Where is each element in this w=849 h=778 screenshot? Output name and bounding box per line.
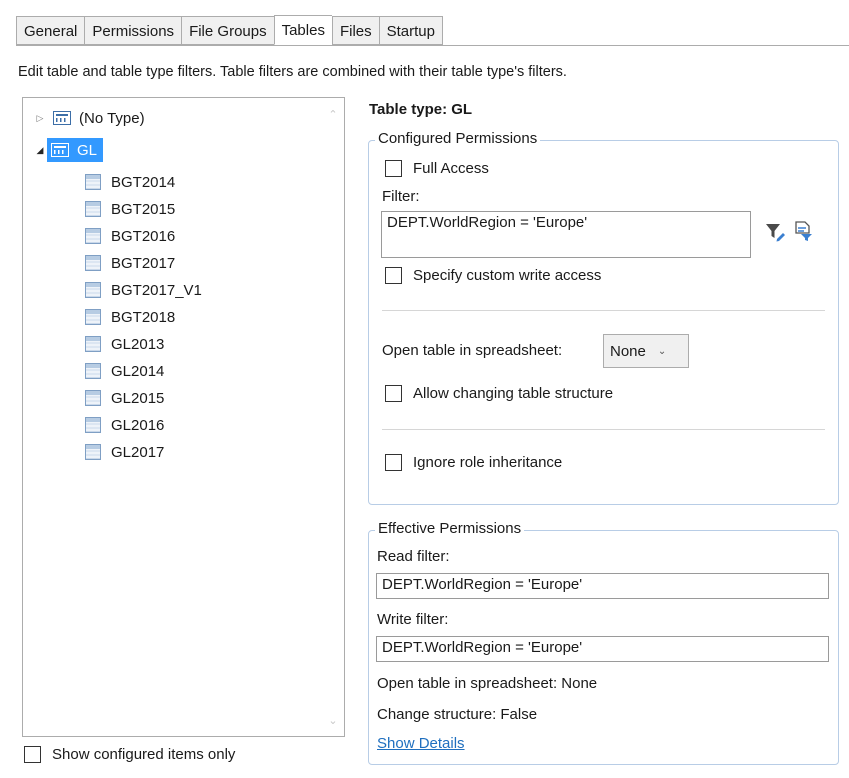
tree-item-label: BGT2016 bbox=[111, 227, 176, 245]
tree-item-label: BGT2017_V1 bbox=[111, 281, 202, 299]
open-spreadsheet-select[interactable]: None ⌄ bbox=[603, 334, 689, 368]
chevron-down-icon: ⌄ bbox=[657, 345, 667, 357]
table-icon bbox=[85, 363, 101, 379]
tab-permissions[interactable]: Permissions bbox=[84, 16, 182, 45]
table-icon bbox=[85, 282, 101, 298]
table-type-icon bbox=[53, 111, 71, 125]
page-description: Edit table and table type filters. Table… bbox=[18, 64, 567, 80]
tree-node-gl[interactable]: ◢ GL bbox=[33, 138, 104, 162]
full-access-row[interactable]: Full Access bbox=[385, 160, 489, 177]
filter-input[interactable]: DEPT.WorldRegion = 'Europe' bbox=[381, 211, 751, 258]
effective-open-spreadsheet: Open table in spreadsheet: None bbox=[377, 675, 598, 692]
ignore-inheritance-checkbox[interactable] bbox=[385, 454, 402, 471]
tree-item-table[interactable]: BGT2016 bbox=[85, 224, 175, 248]
effective-change-structure: Change structure: False bbox=[377, 706, 538, 723]
tree-item-table[interactable]: BGT2018 bbox=[85, 305, 175, 329]
tree-node-no-type[interactable]: ▷ (No Type) bbox=[33, 106, 145, 130]
tree-item-label: BGT2014 bbox=[111, 173, 176, 191]
tree-node-label: GL bbox=[77, 141, 98, 159]
tab-files[interactable]: Files bbox=[331, 16, 379, 45]
expand-arrow-icon[interactable]: ▷ bbox=[33, 113, 47, 124]
tree-item-table[interactable]: BGT2015 bbox=[85, 197, 175, 221]
separator bbox=[382, 310, 825, 311]
tree-item-label: GL2016 bbox=[111, 416, 165, 434]
custom-write-row[interactable]: Specify custom write access bbox=[385, 267, 601, 284]
tree-item-table[interactable]: GL2016 bbox=[85, 413, 164, 437]
custom-write-checkbox[interactable] bbox=[385, 267, 402, 284]
allow-changing-checkbox[interactable] bbox=[385, 385, 402, 402]
tab-divider bbox=[16, 45, 849, 46]
table-type-icon bbox=[51, 143, 69, 157]
show-configured-checkbox[interactable] bbox=[24, 746, 41, 763]
table-icon bbox=[85, 309, 101, 325]
scroll-down-icon[interactable]: ⌄ bbox=[324, 712, 342, 730]
tree-item-table[interactable]: BGT2014 bbox=[85, 170, 175, 194]
filter-edit-icon[interactable] bbox=[764, 221, 786, 243]
tree-item-label: GL2014 bbox=[111, 362, 165, 380]
selected-node-highlight[interactable]: GL bbox=[47, 138, 104, 162]
table-icon bbox=[85, 174, 101, 190]
tab-startup[interactable]: Startup bbox=[378, 16, 443, 45]
full-access-label: Full Access bbox=[413, 160, 489, 177]
tree-item-table[interactable]: GL2017 bbox=[85, 440, 164, 464]
tree-item-table[interactable]: GL2014 bbox=[85, 359, 164, 383]
table-icon bbox=[85, 444, 101, 460]
table-icon bbox=[85, 255, 101, 271]
tree-item-table[interactable]: GL2013 bbox=[85, 332, 164, 356]
show-details-link[interactable]: Show Details bbox=[377, 735, 465, 752]
filter-label: Filter: bbox=[382, 188, 420, 205]
ignore-inheritance-row[interactable]: Ignore role inheritance bbox=[385, 454, 562, 471]
table-tree[interactable]: ▷ (No Type) ◢ GL BGT2014 BGT2015 BGT2016… bbox=[22, 97, 345, 737]
show-configured-label: Show configured items only bbox=[52, 746, 236, 763]
table-icon bbox=[85, 417, 101, 433]
tree-item-label: BGT2018 bbox=[111, 308, 176, 326]
tree-item-label: GL2017 bbox=[111, 443, 165, 461]
table-icon bbox=[85, 336, 101, 352]
tree-item-label: BGT2017 bbox=[111, 254, 176, 272]
tree-item-table[interactable]: BGT2017 bbox=[85, 251, 175, 275]
read-filter-field[interactable]: DEPT.WorldRegion = 'Europe' bbox=[376, 573, 829, 599]
write-filter-label: Write filter: bbox=[377, 611, 449, 628]
write-filter-field[interactable]: DEPT.WorldRegion = 'Europe' bbox=[376, 636, 829, 662]
tab-general[interactable]: General bbox=[16, 16, 85, 45]
full-access-checkbox[interactable] bbox=[385, 160, 402, 177]
show-configured-row[interactable]: Show configured items only bbox=[24, 746, 235, 763]
table-icon bbox=[85, 201, 101, 217]
filter-select-icon[interactable] bbox=[792, 220, 814, 242]
tab-strip: General Permissions File Groups Tables F… bbox=[16, 15, 443, 45]
configured-permissions-legend: Configured Permissions bbox=[375, 130, 541, 147]
custom-write-label: Specify custom write access bbox=[413, 267, 602, 284]
tab-file-groups[interactable]: File Groups bbox=[181, 16, 274, 45]
tree-item-label: GL2015 bbox=[111, 389, 165, 407]
tab-tables[interactable]: Tables bbox=[273, 15, 332, 45]
table-type-title: Table type: GL bbox=[369, 101, 473, 118]
tree-item-label: BGT2015 bbox=[111, 200, 176, 218]
tree-item-label: GL2013 bbox=[111, 335, 165, 353]
configured-permissions-group bbox=[368, 140, 839, 505]
effective-permissions-legend: Effective Permissions bbox=[375, 520, 525, 537]
tree-item-table[interactable]: BGT2017_V1 bbox=[85, 278, 202, 302]
read-filter-label: Read filter: bbox=[377, 548, 450, 565]
tree-item-table[interactable]: GL2015 bbox=[85, 386, 164, 410]
scroll-up-icon[interactable]: ⌃ bbox=[324, 106, 342, 124]
open-spreadsheet-value: None bbox=[610, 342, 646, 360]
table-icon bbox=[85, 390, 101, 406]
ignore-inheritance-label: Ignore role inheritance bbox=[413, 454, 563, 471]
tree-node-label: (No Type) bbox=[79, 109, 145, 127]
collapse-arrow-icon[interactable]: ◢ bbox=[33, 145, 47, 156]
allow-changing-label: Allow changing table structure bbox=[413, 385, 614, 402]
allow-changing-row[interactable]: Allow changing table structure bbox=[385, 385, 613, 402]
separator bbox=[382, 429, 825, 430]
tree-scrollbar[interactable]: ⌃ ⌄ bbox=[324, 100, 342, 734]
open-spreadsheet-label: Open table in spreadsheet: bbox=[382, 342, 563, 359]
table-icon bbox=[85, 228, 101, 244]
